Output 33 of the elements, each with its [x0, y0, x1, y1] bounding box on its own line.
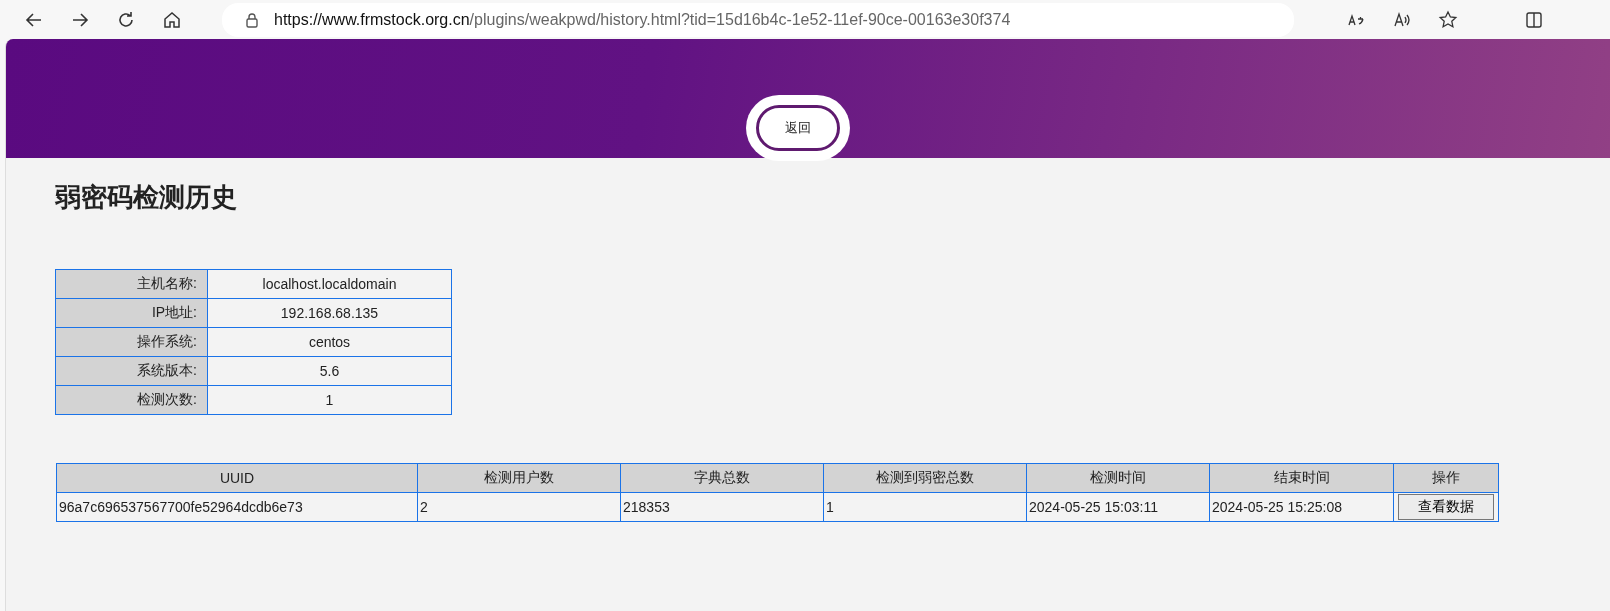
column-header: 检测到弱密总数 [823, 463, 1027, 493]
column-header: UUID [56, 463, 418, 493]
table-cell: 96a7c696537567700fe52964dcdb6e73 [56, 492, 418, 522]
label-cell: IP地址: [55, 298, 208, 328]
table-cell: 1 [823, 492, 1027, 522]
home-icon[interactable] [162, 9, 182, 30]
view-data-button[interactable]: 查看数据 [1398, 494, 1494, 520]
star-icon[interactable] [1438, 9, 1458, 30]
page-title: 弱密码检测历史 [55, 181, 238, 214]
table-cell: 2 [417, 492, 621, 522]
column-header: 字典总数 [620, 463, 824, 493]
value-cell: localhost.localdomain [207, 269, 452, 299]
label-cell: 检测次数: [55, 385, 208, 415]
label-cell: 主机名称: [55, 269, 208, 299]
value-cell: 5.6 [207, 356, 452, 386]
refresh-icon[interactable] [116, 9, 136, 30]
column-header: 操作 [1393, 463, 1499, 493]
label-cell: 操作系统: [55, 327, 208, 357]
table-cell: 2024-05-25 15:25:08 [1209, 492, 1394, 522]
back-button[interactable]: 返回 [756, 105, 840, 151]
url-text: https://www.frmstock.org.cn/plugins/weakpwd/history.html?tid=15d16b4c-1e52-11ef-90ce-00163e30f374 [274, 10, 1011, 29]
column-header: 结束时间 [1209, 463, 1394, 493]
table-cell: 218353 [620, 492, 824, 522]
value-cell: 192.168.68.135 [207, 298, 452, 328]
value-cell: 1 [207, 385, 452, 415]
label-cell: 系统版本: [55, 356, 208, 386]
value-cell: centos [207, 327, 452, 357]
address-field[interactable]: https://www.frmstock.org.cn/plugins/weakpwd/history.html?tid=15d16b4c-1e52-11ef-90ce-00163e30f374 [222, 2, 1294, 37]
lock-icon [244, 11, 260, 28]
column-header: 检测时间 [1026, 463, 1210, 493]
column-header: 检测用户数 [417, 463, 621, 493]
split-screen-icon[interactable] [1524, 9, 1544, 30]
table-cell: 2024-05-25 15:03:11 [1026, 492, 1210, 522]
